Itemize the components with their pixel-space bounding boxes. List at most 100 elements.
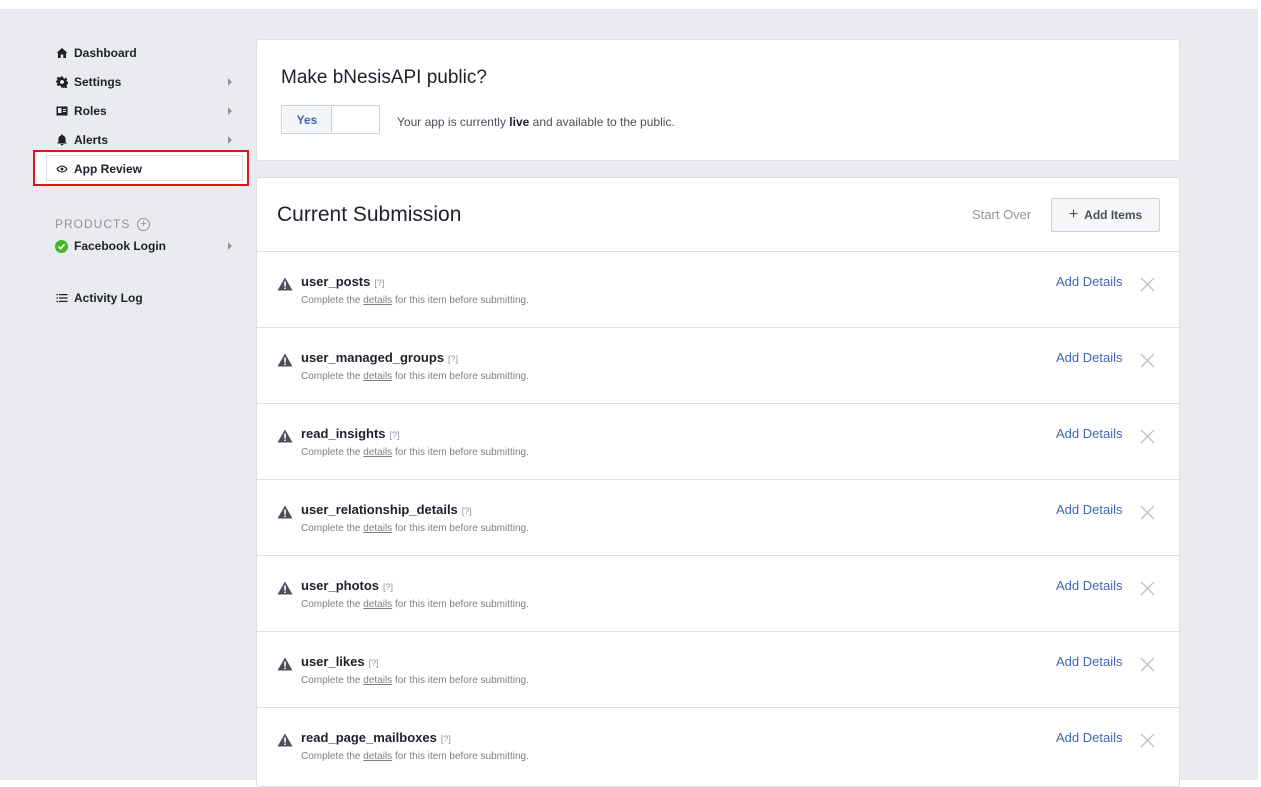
status-prefix: Your app is currently: [397, 115, 510, 129]
submission-item-row: user_photos [?] Complete the details for t…: [257, 555, 1179, 631]
close-icon[interactable]: [1139, 428, 1156, 445]
sidebar-item-app-review[interactable]: App Review: [55, 158, 235, 180]
close-icon[interactable]: [1139, 276, 1156, 293]
submission-item-row: user_likes [?] Complete the details for th…: [257, 631, 1179, 707]
desc-prefix: Complete the: [301, 675, 364, 686]
warning-icon: [277, 277, 293, 291]
desc-prefix: Complete the: [301, 751, 364, 762]
help-link[interactable]: [?]: [448, 354, 458, 364]
plus-icon: +: [1068, 206, 1079, 223]
caret-right-icon: [228, 242, 232, 250]
sidebar-item-settings[interactable]: Settings: [55, 71, 235, 93]
permission-name: read_page_mailboxes [?]: [301, 730, 451, 745]
permission-name: user_relationship_details [?]: [301, 502, 472, 517]
permission-name-text: user_photos: [301, 578, 380, 593]
details-link[interactable]: details: [363, 447, 392, 458]
permission-name-text: read_insights: [301, 426, 386, 441]
add-product-plus-icon[interactable]: +: [137, 217, 151, 231]
desc-prefix: Complete the: [301, 371, 364, 382]
submission-item-row: user_relationship_details [?] Complete the…: [257, 479, 1179, 555]
add-details-link[interactable]: Add Details: [1056, 350, 1122, 365]
bell-icon: [55, 134, 68, 147]
add-details-link[interactable]: Add Details: [1056, 502, 1122, 517]
details-link[interactable]: details: [363, 675, 392, 686]
help-link[interactable]: [?]: [369, 658, 379, 668]
help-link[interactable]: [?]: [462, 506, 472, 516]
desc-prefix: Complete the: [301, 523, 364, 534]
add-items-label: Add Items: [1084, 208, 1143, 222]
status-live: live: [509, 115, 530, 129]
sidebar-item-roles[interactable]: Roles: [55, 100, 235, 122]
submission-item-row: read_page_mailboxes [?] Complete the detai…: [257, 707, 1179, 783]
public-status-text: Your app is currently live and available…: [397, 115, 675, 129]
permission-name-text: user_posts: [301, 274, 371, 289]
sidebar-item-label: Alerts: [74, 133, 109, 147]
list-icon: [55, 292, 68, 305]
warning-icon: [277, 581, 293, 595]
sidebar-item-label: Dashboard: [74, 46, 137, 60]
details-link[interactable]: details: [363, 523, 392, 534]
start-over-link[interactable]: Start Over: [972, 207, 1031, 222]
permission-description: Complete the details for this item befor…: [301, 523, 529, 534]
add-details-link[interactable]: Add Details: [1056, 654, 1122, 669]
details-link[interactable]: details: [363, 295, 392, 306]
desc-suffix: for this item before submitting.: [392, 751, 529, 762]
warning-icon: [277, 733, 293, 747]
gear-icon: [55, 76, 68, 89]
desc-suffix: for this item before submitting.: [392, 371, 529, 382]
permission-name: user_photos [?]: [301, 578, 393, 593]
top-strip: [0, 0, 1261, 9]
make-public-panel: Make bNesisAPI public? Yes Your app is c…: [256, 39, 1180, 161]
sidebar: Dashboard Settings Roles Alerts App Revi…: [0, 9, 250, 780]
submission-item-row: user_managed_groups [?] Complete the detai…: [257, 327, 1179, 403]
permission-description: Complete the details for this item befor…: [301, 447, 529, 458]
close-icon[interactable]: [1139, 656, 1156, 673]
help-link[interactable]: [?]: [441, 734, 451, 744]
details-link[interactable]: details: [363, 751, 392, 762]
details-link[interactable]: details: [363, 599, 392, 610]
products-heading: PRODUCTS +: [55, 217, 151, 231]
permission-name-text: user_relationship_details: [301, 502, 458, 517]
close-icon[interactable]: [1139, 504, 1156, 521]
permission-description: Complete the details for this item befor…: [301, 295, 529, 306]
add-details-link[interactable]: Add Details: [1056, 578, 1122, 593]
id-card-icon: [55, 105, 68, 118]
sidebar-item-activity-log[interactable]: Activity Log: [55, 287, 235, 309]
permission-name: user_managed_groups [?]: [301, 350, 458, 365]
caret-right-icon: [228, 107, 232, 115]
public-toggle[interactable]: Yes: [281, 105, 380, 134]
add-items-button[interactable]: + Add Items: [1051, 198, 1160, 232]
help-link[interactable]: [?]: [390, 430, 400, 440]
products-label: PRODUCTS: [55, 217, 131, 231]
sidebar-item-label: Settings: [74, 75, 122, 89]
help-link[interactable]: [?]: [374, 278, 384, 288]
submission-item-row: user_posts [?] Complete the details for th…: [257, 251, 1179, 327]
desc-suffix: for this item before submitting.: [392, 523, 529, 534]
home-icon: [55, 47, 68, 60]
close-icon[interactable]: [1139, 580, 1156, 597]
add-details-link[interactable]: Add Details: [1056, 426, 1122, 441]
desc-suffix: for this item before submitting.: [392, 447, 529, 458]
sidebar-item-dashboard[interactable]: Dashboard: [55, 42, 235, 64]
permission-description: Complete the details for this item befor…: [301, 675, 529, 686]
current-submission-panel: Current Submission Start Over + Add Item…: [256, 177, 1180, 787]
sidebar-item-alerts[interactable]: Alerts: [55, 129, 235, 151]
permission-description: Complete the details for this item befor…: [301, 371, 529, 382]
permission-name: user_likes [?]: [301, 654, 379, 669]
add-details-link[interactable]: Add Details: [1056, 730, 1122, 745]
close-icon[interactable]: [1139, 732, 1156, 749]
close-icon[interactable]: [1139, 352, 1156, 369]
desc-suffix: for this item before submitting.: [392, 599, 529, 610]
make-public-title: Make bNesisAPI public?: [281, 67, 487, 88]
help-link[interactable]: [?]: [383, 582, 393, 592]
desc-suffix: for this item before submitting.: [392, 295, 529, 306]
permission-name: user_posts [?]: [301, 274, 384, 289]
add-details-link[interactable]: Add Details: [1056, 274, 1122, 289]
desc-prefix: Complete the: [301, 295, 364, 306]
permission-name: read_insights [?]: [301, 426, 400, 441]
desc-prefix: Complete the: [301, 599, 364, 610]
details-link[interactable]: details: [363, 371, 392, 382]
toggle-yes-label: Yes: [283, 107, 332, 132]
sidebar-item-facebook-login[interactable]: Facebook Login: [55, 235, 235, 257]
permission-description: Complete the details for this item befor…: [301, 751, 529, 762]
